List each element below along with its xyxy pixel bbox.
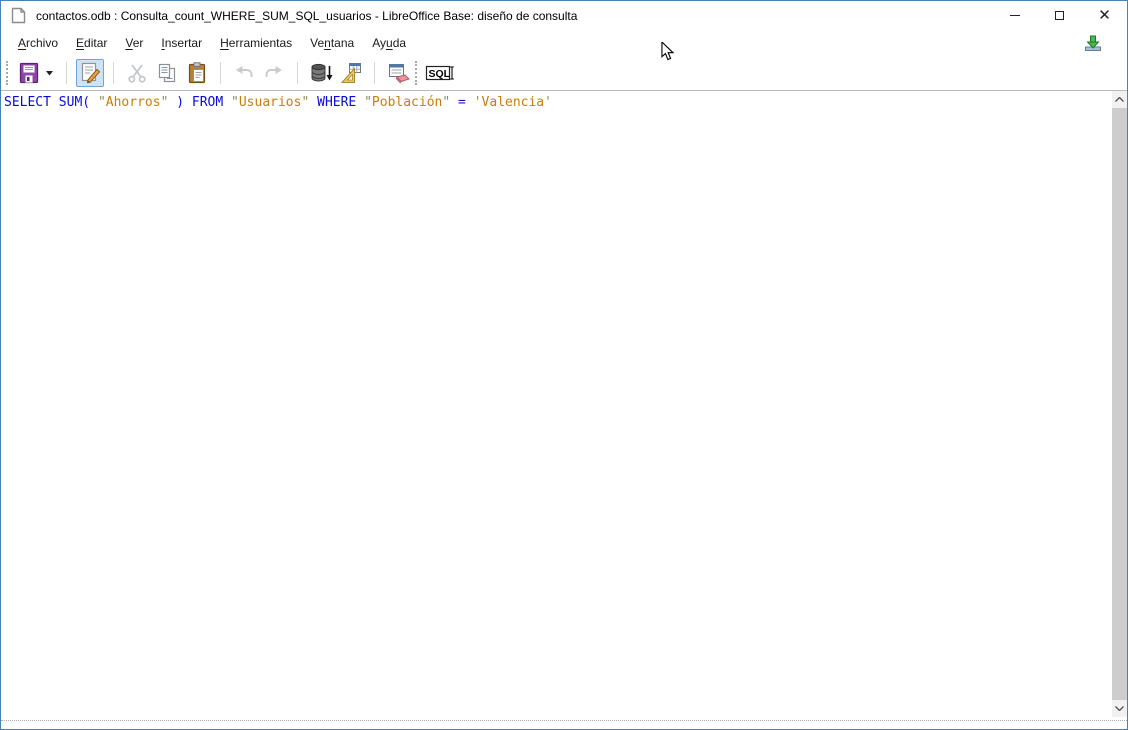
sql-token: " (97, 95, 106, 110)
sql-token: ' (473, 95, 482, 110)
scrollbar-thumb[interactable] (1112, 108, 1127, 700)
clear-query-button[interactable] (384, 59, 412, 87)
toolbar-grip[interactable] (6, 61, 9, 85)
run-sql-direct-button[interactable]: SQL (424, 59, 456, 87)
scroll-down-button[interactable] (1112, 700, 1127, 717)
copy-pages-icon (158, 63, 176, 83)
cut-button[interactable] (123, 59, 151, 87)
redo-arrow-icon (265, 66, 282, 77)
chevron-down-icon (1115, 706, 1124, 711)
svg-text:SQL: SQL (429, 68, 451, 80)
menu-item-herramientas[interactable]: Herramientas (211, 32, 301, 54)
menubar-items: Archivo Editar Ver Insertar Herramientas Vent… (9, 32, 415, 54)
toolbar-grip[interactable] (415, 61, 418, 85)
close-icon: ✕ (1098, 7, 1111, 24)
sql-token: " (364, 95, 372, 110)
sql-token: " (231, 95, 239, 110)
undo-button[interactable] (230, 59, 258, 87)
paste-button[interactable] (183, 59, 211, 87)
sql-token: WHERE (317, 95, 357, 110)
run-query-button[interactable] (307, 59, 335, 87)
undo-arrow-icon (236, 66, 253, 77)
sql-token: FROM (191, 95, 224, 110)
save-dropdown-button[interactable] (42, 59, 57, 87)
document-pencil-icon (81, 62, 101, 84)
sql-token: Población (371, 95, 443, 110)
sql-token: Ahorros (105, 95, 161, 110)
chevron-down-icon (46, 70, 53, 75)
sql-token: ) (176, 95, 185, 110)
document-app-icon (11, 7, 26, 24)
edit-design-toggle-button[interactable] (76, 59, 104, 87)
menu-item-ventana[interactable]: Ventana (301, 32, 363, 54)
toolbar-separator (220, 62, 221, 84)
maximize-icon (1055, 11, 1064, 20)
sql-token: Valencia (481, 95, 545, 110)
scissors-icon (128, 64, 146, 83)
menu-item-ayuda[interactable]: Ayuda (363, 32, 415, 54)
titlebar: contactos.odb : Consulta_count_WHERE_SUM… (1, 1, 1127, 30)
sql-token: SUM( (58, 95, 91, 110)
sql-line: SELECT SUM( "Ahorros" ) FROM "Usuarios" … (4, 95, 552, 110)
minimize-button[interactable] (992, 1, 1037, 30)
chevron-up-icon (1115, 97, 1124, 102)
menubar: Archivo Editar Ver Insertar Herramientas Vent… (1, 30, 1127, 56)
sql-token: ' (544, 95, 552, 110)
scroll-up-button[interactable] (1112, 91, 1127, 108)
copy-button[interactable] (153, 59, 181, 87)
toolbar-separator (113, 62, 114, 84)
toolbar-separator (374, 62, 375, 84)
set-square-table-icon (340, 63, 361, 83)
libreoffice-base-window: contactos.odb : Consulta_count_WHERE_SUM… (0, 0, 1128, 730)
menu-item-insertar[interactable]: Insertar (152, 32, 211, 54)
query-design-toolbar: SQL (1, 56, 1127, 91)
database-run-icon (311, 63, 333, 82)
toolbar-separator (297, 62, 298, 84)
save-button[interactable] (15, 59, 43, 87)
sql-token: SELECT (4, 95, 51, 110)
menu-item-editar[interactable]: Editar (67, 32, 116, 54)
toolbar-separator (66, 62, 67, 84)
menu-item-ver[interactable]: Ver (116, 32, 152, 54)
sql-icon: SQL (425, 65, 454, 81)
clipboard-paste-icon (188, 62, 206, 84)
redo-button[interactable] (260, 59, 288, 87)
menu-item-archivo[interactable]: Archivo (9, 32, 67, 54)
maximize-button[interactable] (1037, 1, 1082, 30)
close-button[interactable]: ✕ (1082, 1, 1127, 30)
green-download-tray-icon[interactable] (1083, 34, 1103, 52)
sql-editor[interactable]: SELECT SUM( "Ahorros" ) FROM "Usuarios" … (1, 91, 1127, 729)
sql-token: = (458, 95, 466, 110)
sql-token: Usuarios (238, 95, 302, 110)
minimize-icon (1009, 15, 1020, 16)
vertical-scrollbar[interactable] (1112, 91, 1127, 717)
window-title: contactos.odb : Consulta_count_WHERE_SUM… (36, 8, 578, 23)
floppy-disk-icon (19, 62, 39, 84)
eraser-window-icon (389, 64, 410, 84)
bottom-edge-divider (1, 720, 1127, 721)
switch-design-view-button[interactable] (337, 59, 365, 87)
window-controls: ✕ (992, 1, 1127, 30)
